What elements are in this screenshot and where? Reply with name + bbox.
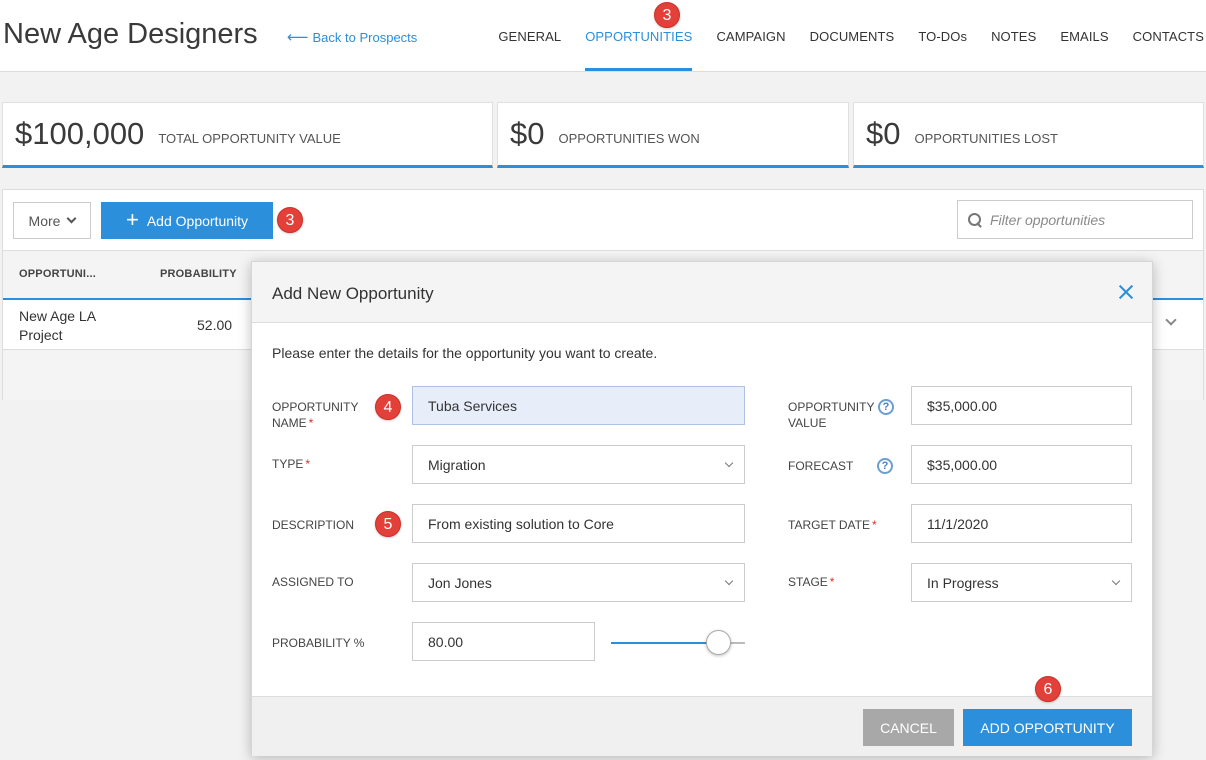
stat-value: $0 <box>866 116 901 151</box>
help-icon[interactable]: ? <box>877 458 893 474</box>
assigned-to-value: Jon Jones <box>428 574 492 591</box>
stat-card-lost: $0 OPPORTUNITIES LOST <box>853 102 1204 168</box>
stat-card-total-value: $100,000 TOTAL OPPORTUNITY VALUE <box>2 102 493 168</box>
arrow-left-icon: ⟵ <box>287 29 309 46</box>
stage-select[interactable]: In Progress <box>911 563 1132 602</box>
assigned-to-select[interactable]: Jon Jones <box>412 563 745 602</box>
stat-value: $100,000 <box>15 116 145 151</box>
tab-emails[interactable]: EMAILS <box>1060 0 1108 71</box>
cell-opportunity-name[interactable]: New Age LA Project <box>19 307 129 345</box>
cell-probability: 52.00 <box>197 317 233 333</box>
stat-label: OPPORTUNITIES WON <box>558 130 700 146</box>
add-opportunity-submit-button[interactable]: ADD OPPORTUNITY <box>963 709 1132 746</box>
required-mark: * <box>305 457 311 471</box>
label-text: TARGET DATE <box>788 518 871 532</box>
dialog-header: Add New Opportunity <box>252 262 1152 323</box>
label-text: TYPE <box>272 457 304 471</box>
tab-todos[interactable]: TO-DOs <box>918 0 967 71</box>
label-text: FORECAST <box>788 459 854 473</box>
step-marker-description: 5 <box>375 511 401 537</box>
stat-value: $0 <box>510 116 545 151</box>
filter-input[interactable] <box>990 211 1180 228</box>
type-select[interactable]: Migration <box>412 445 745 484</box>
cancel-button[interactable]: CANCEL <box>863 709 954 746</box>
label-text: OPPORTUNITY VALUE <box>788 400 875 430</box>
dialog-intro: Please enter the details for the opportu… <box>272 345 658 361</box>
assigned-to-label: ASSIGNED TO <box>272 575 354 589</box>
tab-documents[interactable]: DOCUMENTS <box>810 0 895 71</box>
stage-label: STAGE * <box>788 574 834 590</box>
chevron-down-icon[interactable] <box>1165 314 1177 326</box>
page-title: New Age Designers <box>3 18 258 50</box>
step-marker-submit: 6 <box>1035 676 1061 702</box>
type-label: TYPE * <box>272 456 310 472</box>
step-marker-add: 3 <box>277 207 303 233</box>
stage-value: In Progress <box>927 574 999 591</box>
step-marker-name: 4 <box>375 394 401 420</box>
filter-box[interactable] <box>957 200 1193 239</box>
add-opportunity-button[interactable]: + Add Opportunity <box>101 202 273 239</box>
probability-label: PROBABILITY % <box>272 636 365 650</box>
label-text: OPPORTUNITY NAME <box>272 400 359 430</box>
target-date-input[interactable]: 11/1/2020 <box>911 504 1132 543</box>
probability-input[interactable]: 80.00 <box>412 622 595 661</box>
chevron-down-icon <box>1111 576 1121 586</box>
description-label: DESCRIPTION <box>272 518 355 532</box>
column-header-probability[interactable]: PROBABILITY <box>160 268 237 280</box>
required-mark: * <box>872 518 877 532</box>
stat-label: TOTAL OPPORTUNITY VALUE <box>158 130 341 146</box>
dialog-title: Add New Opportunity <box>272 284 434 303</box>
top-header: New Age Designers ⟵ Back to Prospects GE… <box>0 0 1206 72</box>
slider-handle[interactable] <box>706 630 732 655</box>
stat-label: OPPORTUNITIES LOST <box>914 130 1058 146</box>
tab-general[interactable]: GENERAL <box>498 0 561 71</box>
add-opportunity-dialog: Add New Opportunity Please enter the det… <box>251 261 1153 756</box>
step-marker-tab: 3 <box>654 2 680 28</box>
slider-fill <box>611 642 719 644</box>
chevron-down-icon <box>724 458 734 468</box>
opportunity-value-input[interactable]: $35,000.00 <box>911 386 1132 425</box>
description-input[interactable]: From existing solution to Core <box>412 504 745 543</box>
label-text: STAGE <box>788 575 828 589</box>
search-icon <box>968 212 982 227</box>
more-label: More <box>28 212 61 229</box>
back-to-prospects-link[interactable]: ⟵ Back to Prospects <box>287 30 417 45</box>
dialog-footer: CANCEL ADD OPPORTUNITY <box>252 696 1152 756</box>
tab-bar: GENERAL OPPORTUNITIES CAMPAIGN DOCUMENTS… <box>474 0 1204 71</box>
help-icon[interactable]: ? <box>878 399 894 415</box>
add-opportunity-label: Add Opportunity <box>146 212 249 229</box>
opportunity-name-label: OPPORTUNITY NAME * <box>272 399 367 431</box>
forecast-label: FORECAST <box>788 458 853 474</box>
close-icon[interactable] <box>1118 284 1134 300</box>
plus-icon: + <box>125 206 139 232</box>
required-mark: * <box>308 416 314 430</box>
chevron-down-icon <box>67 213 77 224</box>
target-date-label: TARGET DATE * <box>788 517 877 533</box>
type-value: Migration <box>428 456 486 473</box>
stat-card-won: $0 OPPORTUNITIES WON <box>497 102 849 168</box>
chevron-down-icon <box>724 576 734 586</box>
required-mark: * <box>829 575 835 589</box>
opportunity-name-input[interactable]: Tuba Services <box>412 386 745 425</box>
tab-notes[interactable]: NOTES <box>991 0 1036 71</box>
more-dropdown-button[interactable]: More <box>13 202 91 239</box>
tab-contacts[interactable]: CONTACTS <box>1133 0 1204 71</box>
column-header-opportunity[interactable]: OPPORTUNI... <box>19 268 96 280</box>
forecast-input[interactable]: $35,000.00 <box>911 445 1132 484</box>
opportunity-value-label: OPPORTUNITY VALUE? <box>788 399 898 431</box>
back-link-label: Back to Prospects <box>312 30 418 45</box>
tab-campaign[interactable]: CAMPAIGN <box>716 0 785 71</box>
